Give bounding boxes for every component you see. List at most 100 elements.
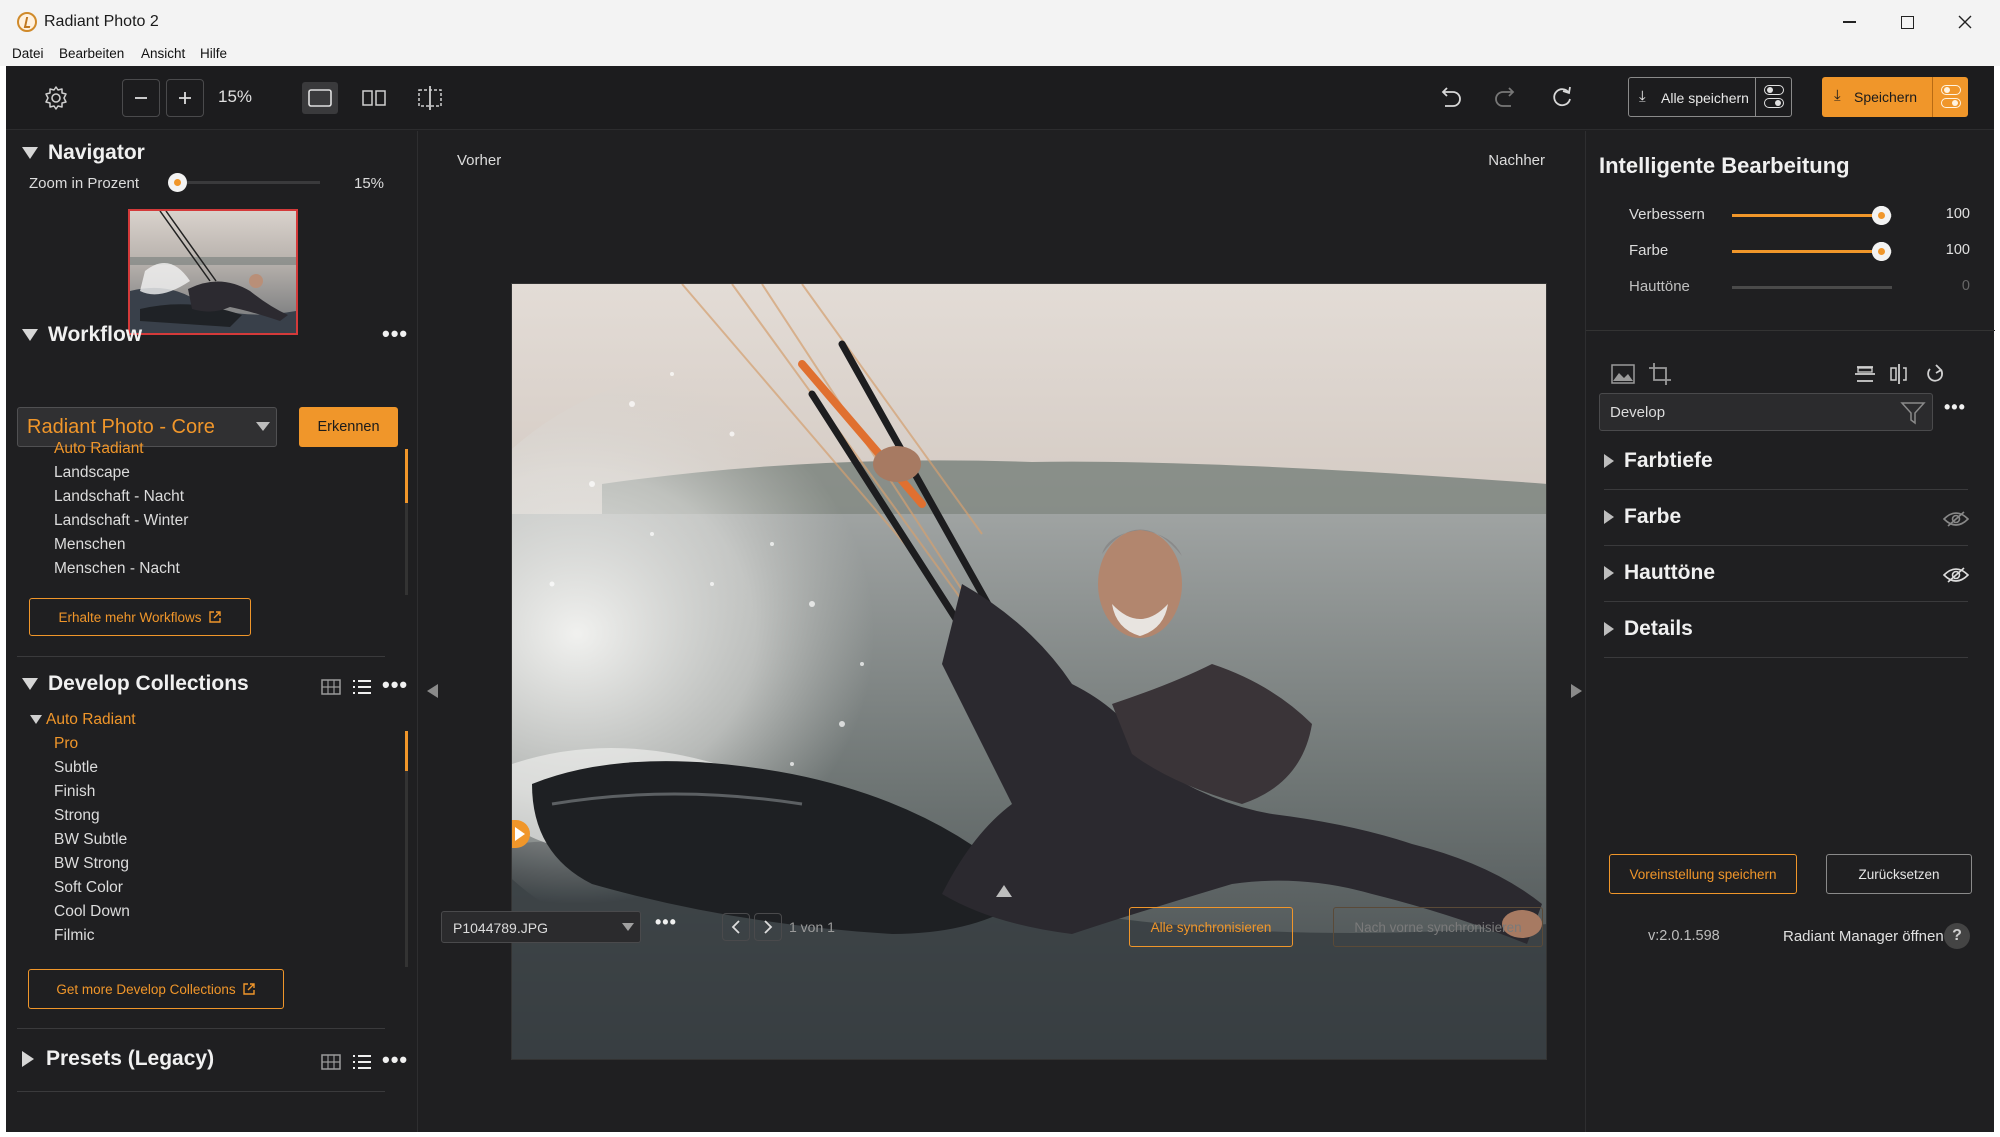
hide-eye-icon[interactable] xyxy=(1942,567,1970,583)
sync-forward-button[interactable]: Nach vorne synchronisieren xyxy=(1333,907,1543,947)
zoom-out-button[interactable] xyxy=(122,79,160,117)
split-view-button[interactable] xyxy=(356,82,392,114)
download-icon: ⤓ xyxy=(1834,87,1841,104)
before-label: Vorher xyxy=(457,152,502,169)
help-icon[interactable]: ? xyxy=(1944,923,1970,949)
slider-track[interactable] xyxy=(1732,206,1892,225)
grid-view-icon[interactable] xyxy=(321,1054,341,1070)
workflow-item[interactable]: Landschaft - Winter xyxy=(54,512,188,530)
save-button[interactable]: ⤓ Speichern xyxy=(1822,77,1968,117)
save-all-button[interactable]: ⤓ Alle speichern xyxy=(1628,77,1792,117)
workflow-header[interactable]: Workflow xyxy=(22,323,142,347)
collapse-icon xyxy=(22,678,38,691)
get-more-workflows-button[interactable]: Erhalte mehr Workflows xyxy=(29,598,251,636)
collapse-left-panel-icon[interactable] xyxy=(427,684,439,698)
navigator-header[interactable]: Navigator xyxy=(22,141,145,165)
zoom-in-button[interactable] xyxy=(166,79,204,117)
hide-eye-icon[interactable] xyxy=(1942,511,1970,527)
reset-view-button[interactable] xyxy=(1546,82,1578,114)
develop-section-header[interactable]: Details xyxy=(1604,617,1693,641)
menu-datei[interactable]: Datei xyxy=(12,46,44,61)
section-divider xyxy=(17,1028,385,1029)
slider-knob[interactable] xyxy=(1872,206,1891,225)
menu-bearbeiten[interactable]: Bearbeiten xyxy=(59,46,124,61)
menu-hilfe[interactable]: Hilfe xyxy=(200,46,227,61)
develop-selected: Develop xyxy=(1610,404,1666,421)
presets-more-button[interactable]: ••• xyxy=(382,1047,408,1073)
save-options-button[interactable] xyxy=(1932,77,1968,117)
slider-value: 0 xyxy=(1961,278,1970,294)
collection-item[interactable]: BW Subtle xyxy=(54,831,127,849)
section-divider xyxy=(1604,657,1968,658)
section-divider xyxy=(17,656,385,657)
refresh-icon xyxy=(1553,86,1571,107)
slider-knob[interactable] xyxy=(1872,242,1891,261)
file-select[interactable]: P1044789.JPG xyxy=(441,911,641,943)
collections-header[interactable]: Develop Collections xyxy=(22,672,249,696)
collection-item[interactable]: Cool Down xyxy=(54,903,130,921)
develop-section-header[interactable]: Hauttöne xyxy=(1604,561,1715,585)
rotate-icon[interactable] xyxy=(1924,363,1946,385)
close-button[interactable] xyxy=(1936,0,1994,44)
develop-section-header[interactable]: Farbtiefe xyxy=(1604,449,1713,473)
maximize-button[interactable] xyxy=(1878,0,1936,44)
flip-vertical-icon[interactable] xyxy=(1854,363,1876,385)
redo-button[interactable] xyxy=(1490,82,1522,114)
filter-icon[interactable] xyxy=(1900,400,1926,426)
workflow-item[interactable]: Menschen xyxy=(54,536,126,554)
undo-button[interactable] xyxy=(1434,82,1466,114)
workflow-item[interactable]: Menschen - Nacht xyxy=(54,560,180,578)
radiant-manager-link[interactable]: Radiant Manager öffnen xyxy=(1783,928,1944,945)
workflow-item[interactable]: Landscape xyxy=(54,464,130,482)
expand-filmstrip-icon[interactable] xyxy=(996,885,1012,897)
list-view-icon[interactable] xyxy=(352,1054,372,1070)
save-all-options-button[interactable] xyxy=(1755,78,1791,116)
workflow-item[interactable]: Auto Radiant xyxy=(54,440,144,458)
collection-item[interactable]: Soft Color xyxy=(54,879,123,897)
detect-button[interactable]: Erkennen xyxy=(299,407,398,447)
collections-scrollbar-thumb[interactable] xyxy=(405,731,408,771)
menu-ansicht[interactable]: Ansicht xyxy=(141,46,185,61)
collection-item[interactable]: BW Strong xyxy=(54,855,129,873)
zoom-percent-label: Zoom in Prozent xyxy=(29,175,140,192)
settings-button[interactable] xyxy=(40,82,72,114)
workflow-scrollbar-thumb[interactable] xyxy=(405,449,408,503)
next-image-button[interactable] xyxy=(754,913,782,941)
develop-more-button[interactable]: ••• xyxy=(1944,397,1966,418)
slider-track[interactable] xyxy=(1732,286,1892,289)
slider-knob[interactable] xyxy=(168,173,187,192)
develop-section-header[interactable]: Farbe xyxy=(1604,505,1681,529)
section-divider xyxy=(1604,545,1968,546)
collapse-right-panel-icon[interactable] xyxy=(1570,684,1582,698)
image-tool-icon[interactable] xyxy=(1610,363,1636,385)
collection-group-auto-radiant[interactable]: Auto Radiant xyxy=(30,711,136,729)
sync-all-button[interactable]: Alle synchronisieren xyxy=(1129,907,1293,947)
collection-item[interactable]: Filmic xyxy=(54,927,94,945)
collections-more-button[interactable]: ••• xyxy=(382,672,408,698)
get-more-collections-button[interactable]: Get more Develop Collections xyxy=(28,969,284,1009)
reset-button[interactable]: Zurücksetzen xyxy=(1826,854,1972,894)
compare-view-button[interactable] xyxy=(412,82,448,114)
prev-image-button[interactable] xyxy=(722,913,750,941)
collection-item[interactable]: Pro xyxy=(54,735,78,753)
grid-view-icon[interactable] xyxy=(321,679,341,695)
list-view-icon[interactable] xyxy=(352,679,372,695)
presets-header[interactable]: Presets (Legacy) xyxy=(22,1047,214,1071)
minimize-button[interactable] xyxy=(1820,0,1878,44)
flip-horizontal-icon[interactable] xyxy=(1888,363,1910,385)
redo-icon xyxy=(1495,87,1515,107)
chevron-left-icon xyxy=(731,920,740,934)
collection-item[interactable]: Subtle xyxy=(54,759,98,777)
slider-track[interactable] xyxy=(1732,242,1892,261)
navigator-zoom-slider[interactable] xyxy=(168,173,320,192)
navigator-thumbnail[interactable] xyxy=(128,209,298,335)
workflow-item[interactable]: Landschaft - Nacht xyxy=(54,488,184,506)
save-preset-button[interactable]: Voreinstellung speichern xyxy=(1609,854,1797,894)
crop-icon[interactable] xyxy=(1647,361,1673,387)
workflow-more-button[interactable]: ••• xyxy=(382,321,408,347)
file-more-button[interactable]: ••• xyxy=(655,912,677,933)
collection-item[interactable]: Finish xyxy=(54,783,95,801)
single-view-button[interactable] xyxy=(302,82,338,114)
develop-select[interactable]: Develop xyxy=(1599,393,1933,431)
collection-item[interactable]: Strong xyxy=(54,807,100,825)
